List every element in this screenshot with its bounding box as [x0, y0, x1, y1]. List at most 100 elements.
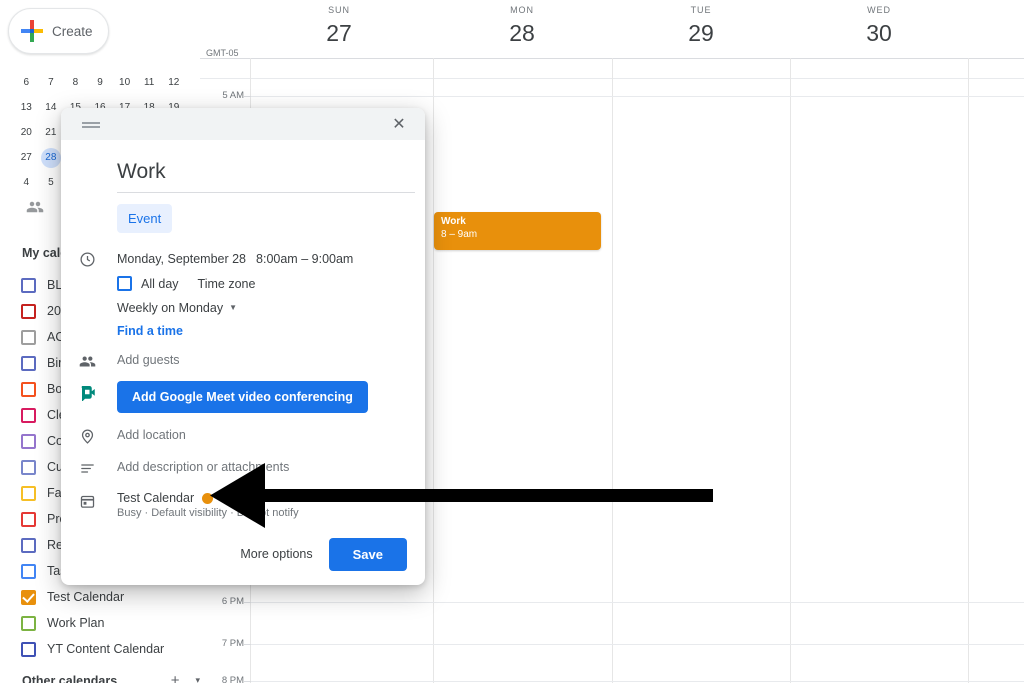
add-guests-input[interactable]: Add guests — [117, 353, 180, 367]
add-google-meet-button[interactable]: Add Google Meet video conferencing — [117, 381, 368, 413]
mini-day[interactable]: 7 — [39, 73, 64, 93]
event-datetime-line[interactable]: Monday, September 28 8:00am – 9:00am — [117, 249, 411, 269]
calendar-checkbox-checked[interactable] — [21, 589, 36, 605]
mini-day[interactable]: 21 — [39, 123, 64, 143]
calendar-checkbox[interactable] — [21, 433, 36, 449]
hour-tick — [244, 96, 251, 97]
mini-day[interactable]: 27 — [14, 148, 39, 168]
calendar-checkbox[interactable] — [21, 459, 36, 475]
calendar-name-label: YT Content Calendar — [47, 642, 165, 656]
calendar-color-dot — [202, 492, 214, 504]
event-title-input[interactable] — [117, 158, 415, 193]
calendar-checkbox[interactable] — [21, 355, 36, 371]
day-dow-label: SUN — [328, 5, 350, 15]
column-divider — [612, 58, 613, 683]
clock-icon — [79, 249, 117, 338]
mini-day[interactable]: 12 — [161, 73, 186, 93]
close-icon[interactable]: ✕ — [386, 111, 412, 137]
event-start-time[interactable]: 8:00am — [256, 252, 298, 266]
day-dow-label: WED — [867, 5, 891, 15]
other-calendars-heading: Other calendars — [22, 673, 118, 683]
event-end-time[interactable]: 9:00am — [312, 252, 354, 266]
calendar-selector-row[interactable]: Test Calendar Busy · Default visibility … — [61, 491, 425, 519]
column-divider — [433, 58, 434, 683]
calendar-checkbox[interactable] — [21, 277, 36, 293]
calendar-checkbox[interactable] — [21, 537, 36, 553]
add-location-input[interactable]: Add location — [117, 428, 186, 442]
guests-content: Add guests — [117, 351, 425, 370]
find-a-time-button[interactable]: Find a time — [117, 324, 411, 338]
calendar-checkbox[interactable] — [21, 485, 36, 501]
selected-calendar-label: Test Calendar — [117, 491, 195, 505]
day-dow-label: MON — [510, 5, 534, 15]
calendar-list-item[interactable]: YT Content Calendar — [0, 636, 200, 662]
dialog-title-bar[interactable]: ✕ — [61, 108, 425, 140]
calendar-name-label: Test Calendar — [47, 590, 125, 604]
mini-day[interactable]: 20 — [14, 123, 39, 143]
hour-label-5am: 5 AM — [222, 90, 244, 101]
all-day-checkbox[interactable] — [117, 276, 132, 291]
hour-label-8pm: 8 PM — [221, 675, 244, 683]
google-meet-icon — [79, 381, 117, 413]
calendar-list-item[interactable]: Work Plan — [0, 610, 200, 636]
hour-gridline — [250, 644, 1024, 645]
tab-event[interactable]: Event — [117, 204, 173, 233]
meet-content: Add Google Meet video conferencing — [117, 381, 425, 413]
calendar-checkbox[interactable] — [21, 303, 36, 319]
plus-icon — [21, 20, 43, 42]
hour-label-7pm: 7 PM — [221, 638, 244, 649]
calendar-checkbox[interactable] — [21, 615, 36, 631]
selected-calendar-row[interactable]: Test Calendar — [117, 491, 411, 505]
calendar-event-work[interactable]: Work 8 – 9am — [434, 212, 601, 250]
day-number-label: 29 — [688, 20, 714, 46]
day-header-mon[interactable]: MON 28 — [433, 4, 611, 48]
mini-day[interactable]: 14 — [39, 98, 64, 118]
mini-day[interactable]: 8 — [63, 73, 88, 93]
mini-day[interactable]: 10 — [112, 73, 137, 93]
create-button[interactable]: Create — [8, 8, 109, 54]
location-content: Add location — [117, 426, 425, 445]
timezone-label: GMT-05 — [206, 48, 239, 58]
calendar-checkbox[interactable] — [21, 407, 36, 423]
mini-day[interactable]: 4 — [14, 173, 39, 193]
more-options-button[interactable]: More options — [240, 547, 312, 561]
calendar-checkbox[interactable] — [21, 641, 36, 657]
calendar-checkbox[interactable] — [21, 563, 36, 579]
drag-handle-icon[interactable] — [82, 118, 100, 130]
calendar-checkbox[interactable] — [21, 511, 36, 527]
save-button[interactable]: Save — [328, 537, 407, 571]
mini-day[interactable]: 13 — [14, 98, 39, 118]
calendar-checkbox[interactable] — [21, 329, 36, 345]
event-type-tabs: Event — [61, 193, 425, 233]
people-icon[interactable] — [26, 198, 44, 216]
calendar-checkbox[interactable] — [21, 381, 36, 397]
mini-day[interactable]: 11 — [137, 73, 162, 93]
datetime-row: Monday, September 28 8:00am – 9:00am All … — [61, 249, 425, 338]
day-number-label: 27 — [326, 20, 352, 46]
day-number-label: 28 — [509, 20, 535, 46]
day-header-wed[interactable]: WED 30 — [790, 4, 968, 48]
guests-row: Add guests — [61, 351, 425, 370]
calendar-list-item-test-calendar[interactable]: Test Calendar — [0, 584, 200, 610]
hour-gridline — [250, 602, 1024, 603]
chevron-down-icon[interactable]: ▾ — [195, 675, 200, 683]
calendar-icon — [79, 491, 117, 519]
add-description-input[interactable]: Add description or attachments — [117, 460, 289, 474]
mini-day[interactable]: 6 — [14, 73, 39, 93]
dialog-footer: More options Save — [61, 523, 425, 585]
column-divider — [790, 58, 791, 683]
people-icon — [79, 351, 117, 370]
add-other-calendar-icon[interactable]: + — [171, 672, 196, 683]
day-header-sun[interactable]: SUN 27 — [250, 4, 428, 48]
mini-day-selected[interactable]: 28 — [39, 147, 64, 168]
day-header-tue[interactable]: TUE 29 — [612, 4, 790, 48]
recurrence-label: Weekly on Monday — [117, 301, 224, 315]
mini-week-row: 6 7 8 9 10 11 12 — [0, 70, 200, 95]
description-icon — [79, 458, 117, 477]
event-date-label[interactable]: Monday, September 28 — [117, 252, 246, 266]
time-zone-button[interactable]: Time zone — [198, 277, 256, 291]
mini-day[interactable]: 9 — [88, 73, 113, 93]
recurrence-dropdown[interactable]: Weekly on Monday ▼ — [117, 301, 411, 315]
mini-day[interactable]: 5 — [39, 173, 64, 193]
hour-tick — [244, 681, 251, 682]
